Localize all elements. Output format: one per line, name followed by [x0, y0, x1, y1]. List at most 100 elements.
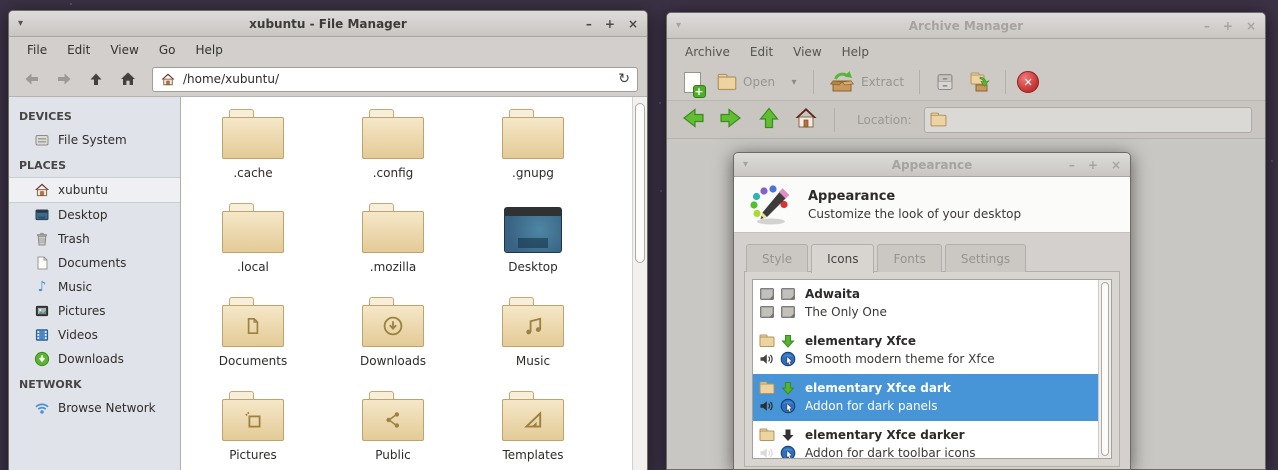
black-down-arrow-icon: [780, 427, 796, 443]
theme-description: Addon for dark toolbar icons: [805, 446, 976, 459]
file-item[interactable]: .mozilla: [323, 203, 463, 297]
add-files-button[interactable]: [966, 69, 994, 95]
file-item[interactable]: Pictures: [183, 391, 323, 470]
window-menu-icon[interactable]: ▾: [743, 159, 748, 170]
film-icon: [34, 327, 50, 343]
up-button[interactable]: [82, 66, 110, 92]
appearance-titlebar[interactable]: ▾ Appearance – + ×: [734, 153, 1130, 177]
back-button[interactable]: [18, 66, 46, 92]
file-item[interactable]: Downloads: [323, 297, 463, 391]
sidebar-item-file-system[interactable]: File System: [9, 128, 180, 152]
sidebar-item-browse-network[interactable]: Browse Network: [9, 396, 180, 420]
toolbar-separator: [1005, 70, 1006, 94]
sidebar-item-downloads[interactable]: Downloads: [9, 347, 180, 371]
theme-row-adwaita[interactable]: Adwaita The Only One: [753, 280, 1111, 327]
tab-settings[interactable]: Settings: [945, 244, 1026, 272]
file-item[interactable]: .cache: [183, 109, 323, 203]
open-dropdown-button[interactable]: ▾: [786, 69, 802, 95]
minimize-button[interactable]: –: [586, 18, 592, 30]
sidebar-item-music[interactable]: ♪ Music: [9, 275, 180, 299]
file-item[interactable]: .local: [183, 203, 323, 297]
speaker-icon: [759, 398, 775, 414]
toolbar-separator: [813, 70, 814, 94]
tab-fonts[interactable]: Fonts: [877, 244, 941, 272]
maximize-button[interactable]: +: [1088, 159, 1098, 171]
network-icon: [34, 400, 50, 416]
minimize-button[interactable]: –: [1204, 20, 1210, 32]
maximize-button[interactable]: +: [1223, 20, 1233, 32]
appearance-dialog[interactable]: ▾ Appearance – + ×: [733, 152, 1131, 470]
file-item[interactable]: Public: [323, 391, 463, 470]
theme-row-elementary-xfce[interactable]: elementary Xfce Smooth modern theme for …: [753, 327, 1111, 374]
sidebar-item-videos[interactable]: Videos: [9, 323, 180, 347]
file-item[interactable]: .config: [323, 109, 463, 203]
sidebar-item-pictures[interactable]: Pictures: [9, 299, 180, 323]
file-item[interactable]: .gnupg: [463, 109, 603, 203]
file-item[interactable]: Music: [463, 297, 603, 391]
stop-button[interactable]: ✕: [1017, 71, 1039, 93]
archive-manager-menubar: Archive Edit View Help: [667, 39, 1265, 64]
sidebar-item-label: Downloads: [58, 352, 124, 366]
scrollbar-thumb[interactable]: [635, 103, 645, 263]
folder-music-icon: [502, 297, 564, 347]
menu-view[interactable]: View: [783, 41, 831, 63]
green-down-arrow-icon: [780, 333, 796, 349]
file-item[interactable]: Desktop: [463, 203, 603, 297]
file-item[interactable]: Templates: [463, 391, 603, 470]
icon-theme-list: Adwaita The Only One elementary Xfce: [752, 279, 1112, 459]
archive-manager-titlebar[interactable]: ▾ Archive Manager – + ×: [667, 13, 1265, 39]
window-menu-icon[interactable]: ▾: [676, 20, 681, 31]
menu-edit[interactable]: Edit: [740, 41, 783, 63]
close-button[interactable]: ×: [1246, 20, 1256, 32]
tab-icons[interactable]: Icons: [811, 244, 874, 273]
window-menu-icon[interactable]: ▾: [18, 18, 23, 29]
sidebar-item-trash[interactable]: Trash: [9, 227, 180, 251]
nav-up-button[interactable]: [756, 105, 782, 135]
open-button[interactable]: Open: [713, 69, 779, 95]
file-manager-titlebar[interactable]: ▾ xubuntu - File Manager – + ×: [9, 11, 647, 37]
theme-row-elementary-xfce-darker[interactable]: elementary Xfce darker Addon for dark to…: [753, 421, 1111, 459]
file-label: .local: [237, 260, 269, 274]
theme-row-elementary-xfce-dark[interactable]: elementary Xfce dark Addon for dark pane…: [753, 374, 1111, 421]
menu-help[interactable]: Help: [832, 41, 879, 63]
new-archive-button[interactable]: +: [678, 69, 706, 95]
file-manager-window[interactable]: ▾ xubuntu - File Manager – + × File Edit…: [8, 10, 648, 470]
theme-list-scrollbar[interactable]: [1098, 280, 1111, 458]
nav-home-button[interactable]: [794, 106, 818, 134]
drive-icon: [34, 132, 50, 148]
menu-edit[interactable]: Edit: [57, 39, 100, 61]
home-button[interactable]: [114, 66, 142, 92]
location-entry[interactable]: [924, 107, 1252, 133]
menu-view[interactable]: View: [100, 39, 148, 61]
scrollbar-thumb[interactable]: [1101, 282, 1109, 456]
maximize-button[interactable]: +: [605, 18, 615, 30]
sidebar-item-label: Pictures: [58, 304, 106, 318]
sidebar-item-xubuntu[interactable]: xubuntu: [9, 177, 180, 203]
close-button[interactable]: ×: [628, 18, 638, 30]
menu-go[interactable]: Go: [149, 39, 186, 61]
minimize-button[interactable]: –: [1069, 159, 1075, 171]
desktop-dot: [70, 3, 72, 5]
path-text: /home/xubuntu/: [183, 72, 279, 86]
sidebar-item-documents[interactable]: Documents: [9, 251, 180, 275]
refresh-icon[interactable]: ↻: [618, 71, 630, 87]
file-pane-scrollbar[interactable]: [632, 97, 647, 470]
forward-button[interactable]: [50, 66, 78, 92]
nav-back-button[interactable]: [680, 105, 706, 135]
close-button[interactable]: ×: [1111, 159, 1121, 171]
menu-help[interactable]: Help: [185, 39, 232, 61]
tab-style[interactable]: Style: [746, 244, 808, 272]
new-archive-icon: +: [684, 72, 701, 93]
path-bar[interactable]: /home/xubuntu/ ↻: [152, 67, 638, 92]
menu-file[interactable]: File: [17, 39, 57, 61]
file-item[interactable]: Documents: [183, 297, 323, 391]
sidebar-item-desktop[interactable]: Desktop: [9, 203, 180, 227]
menu-archive[interactable]: Archive: [675, 41, 740, 63]
folder-small-icon: [759, 427, 775, 443]
nav-forward-button[interactable]: [718, 105, 744, 135]
view-archive-button[interactable]: [931, 69, 959, 95]
extract-button[interactable]: Extract: [825, 69, 908, 95]
folder-icon: [502, 109, 564, 159]
file-label: Downloads: [360, 354, 426, 368]
music-note-icon: ♪: [34, 279, 50, 295]
